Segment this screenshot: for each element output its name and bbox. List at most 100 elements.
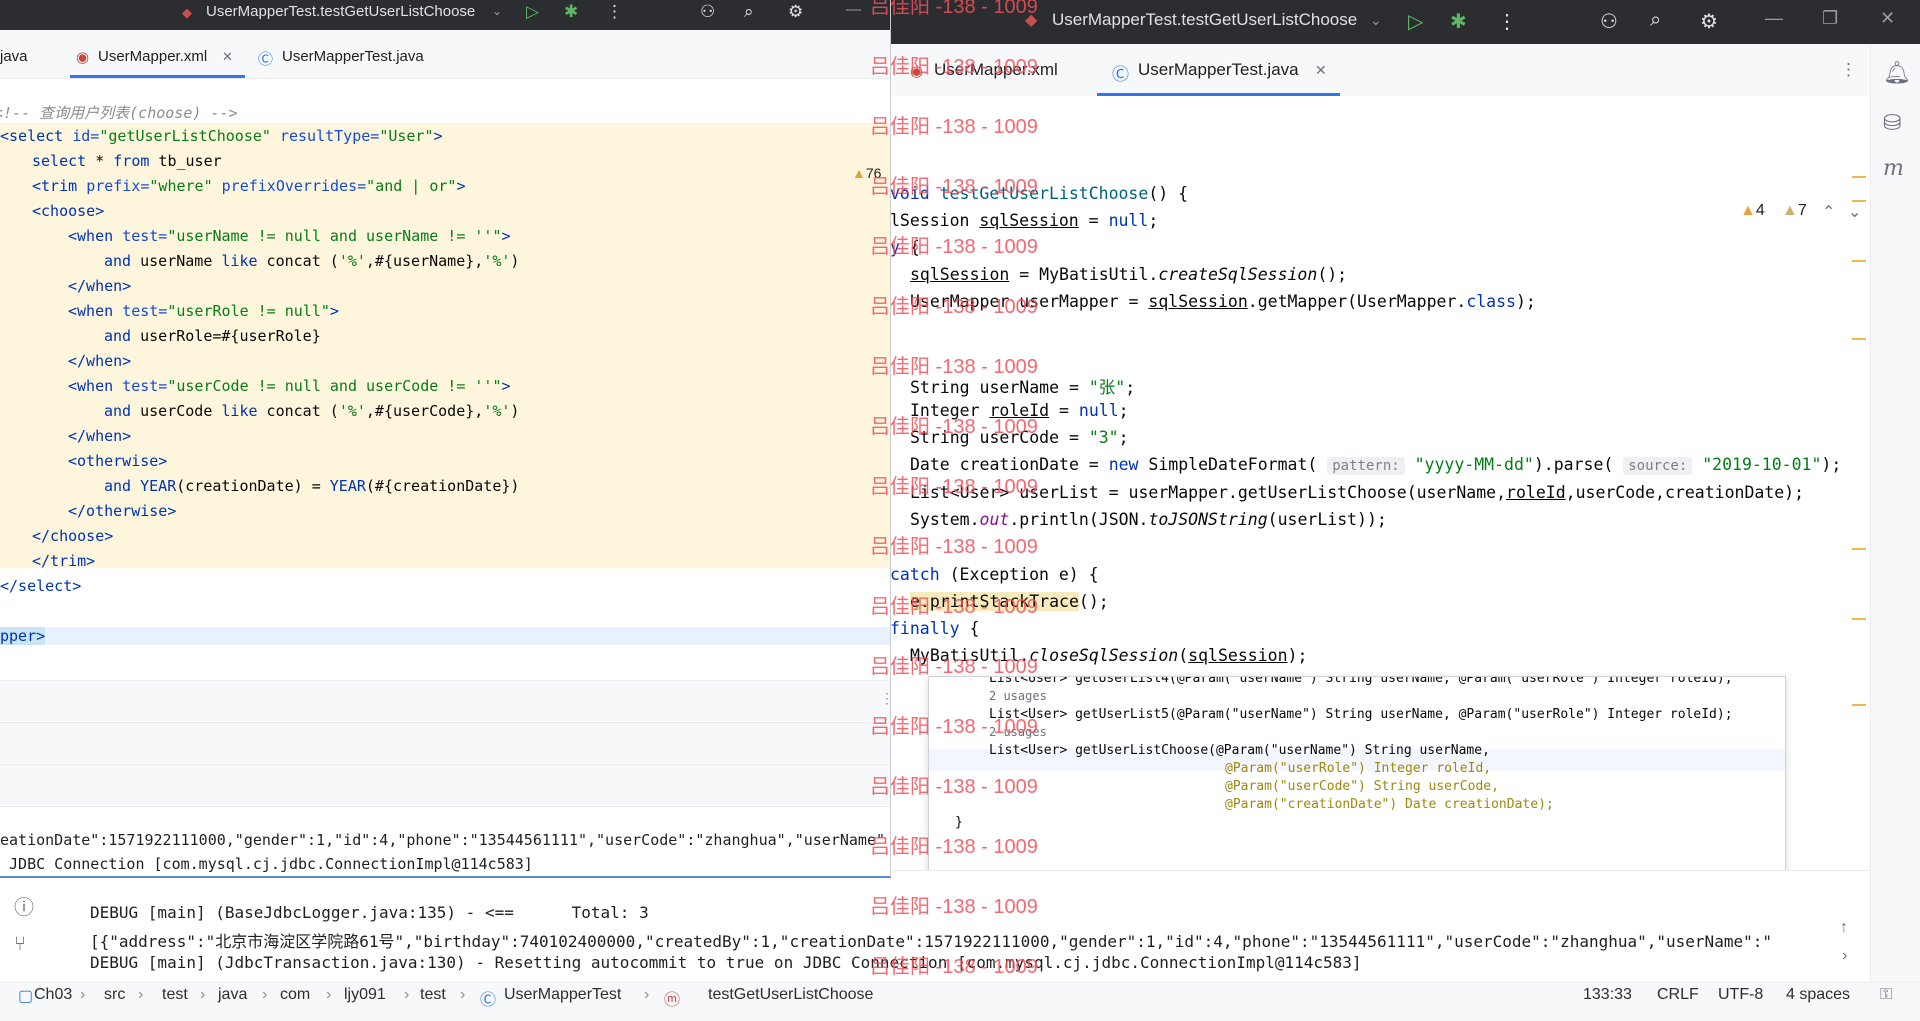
watermark-text: 吕佳阳 -138 - 1009: [870, 236, 1038, 258]
code-line: sqlSession = MyBatisUtil.createSqlSessio…: [910, 265, 1348, 284]
error-stripe-mark[interactable]: [1852, 704, 1866, 706]
xml-line: <when test="userCode != null and userCod…: [68, 377, 511, 395]
chevron-right-icon[interactable]: ›: [1842, 947, 1847, 965]
add-user-icon[interactable]: ⚇: [1600, 9, 1618, 34]
xml-line: and YEAR(creationDate) = YEAR(#{creation…: [104, 477, 520, 495]
more-actions-icon[interactable]: ⋮: [606, 2, 623, 22]
xml-line: </when>: [68, 427, 132, 445]
debug-icon[interactable]: ✱: [1450, 9, 1467, 34]
code-line: lSession sqlSession = null;: [890, 211, 1159, 230]
breadcrumb-item[interactable]: test: [162, 986, 188, 1004]
breadcrumb-item[interactable]: src: [104, 986, 125, 1004]
tab-usermappertest-java[interactable]: UserMapperTest.java: [1138, 60, 1299, 80]
empty-panel-row: [0, 764, 890, 805]
breadcrumb-separator: ›: [138, 986, 144, 1003]
xml-line: </choose>: [32, 527, 114, 545]
xml-editor[interactable]: ▲76 <!-- 查询用户列表(choose) --> <select id="…: [0, 79, 890, 659]
breadcrumb-item[interactable]: testGetUserListChoose: [708, 986, 873, 1004]
watermark-text: 吕佳阳 -138 - 1009: [870, 656, 1038, 678]
line-separator[interactable]: CRLF: [1657, 986, 1699, 1004]
console-output[interactable]: eationDate":1571922111000,"gender":1,"id…: [0, 806, 890, 876]
code-line: Date creationDate = new SimpleDateFormat…: [910, 455, 1842, 475]
xml-line: </when>: [68, 352, 132, 370]
run-icon[interactable]: ▷: [526, 2, 539, 22]
notifications-bell-icon[interactable]: 🔔︎: [1883, 60, 1911, 86]
code-line: finally {: [890, 619, 980, 638]
caret-position[interactable]: 133:33: [1583, 986, 1632, 1004]
tab-more-icon[interactable]: ⋮: [1840, 60, 1857, 80]
run-icon[interactable]: ▷: [1408, 9, 1423, 34]
tab-java[interactable]: java: [0, 48, 28, 65]
weak-warning-icon: ▲: [1782, 202, 1798, 219]
warning-count-b[interactable]: ▲7: [1782, 202, 1807, 220]
tab-close-icon[interactable]: ✕: [222, 49, 233, 65]
error-stripe-mark[interactable]: [1852, 338, 1866, 340]
chevron-down-icon[interactable]: ⌄: [1370, 12, 1382, 29]
console-line: DEBUG [main] (JdbcTransaction.java:130) …: [90, 953, 1362, 972]
tab-close-icon[interactable]: ✕: [1315, 62, 1327, 79]
minimize-icon[interactable]: —: [1765, 8, 1783, 29]
next-highlight-icon[interactable]: ⌄: [1848, 202, 1861, 222]
watermark-text: 吕佳阳 -138 - 1009: [870, 0, 1038, 18]
error-stripe-mark[interactable]: [1852, 618, 1866, 620]
breadcrumb-separator: ›: [262, 986, 268, 1003]
close-icon[interactable]: ✕: [1880, 8, 1895, 29]
tab-usermapper-xml[interactable]: UserMapper.xml: [98, 48, 207, 65]
warning-icon: ▲: [1740, 202, 1756, 219]
file-encoding[interactable]: UTF-8: [1718, 986, 1763, 1004]
breadcrumb-separator: ›: [460, 986, 466, 1003]
chevron-down-icon[interactable]: ⌄: [492, 4, 502, 18]
problems-icon[interactable]: ⓘ: [14, 891, 34, 920]
minimize-icon[interactable]: —: [846, 1, 861, 18]
database-icon[interactable]: ⛁: [1883, 110, 1901, 136]
xml-line: <when test="userRole != null">: [68, 302, 339, 320]
error-stripe-mark[interactable]: [1852, 260, 1866, 262]
watermark-text: 吕佳阳 -138 - 1009: [870, 776, 1038, 798]
usages-label[interactable]: 2 usages: [989, 689, 1047, 703]
tab-usermappertest-java[interactable]: UserMapperTest.java: [282, 48, 424, 65]
git-branch-icon[interactable]: ⑂: [14, 933, 26, 956]
active-tab-indicator: [70, 75, 245, 78]
error-stripe-mark[interactable]: [1852, 176, 1866, 178]
maximize-icon[interactable]: ❐: [1822, 8, 1838, 29]
watermark-text: 吕佳阳 -138 - 1009: [870, 716, 1038, 738]
scroll-up-icon[interactable]: ↑: [1840, 919, 1848, 937]
prev-highlight-icon[interactable]: ⌃: [1822, 202, 1835, 222]
drag-handle-icon[interactable]: ⋮: [880, 690, 890, 707]
popup-line: List<User> getUserListChoose(@Param("use…: [989, 743, 1490, 758]
console-line: JDBC Connection [com.mysql.cj.jdbc.Conne…: [0, 855, 533, 873]
watermark-text: 吕佳阳 -138 - 1009: [870, 956, 1038, 978]
xml-line: <otherwise>: [68, 452, 168, 470]
debug-icon[interactable]: ✱: [564, 2, 578, 22]
param-hint: pattern:: [1327, 457, 1405, 475]
breadcrumb-item[interactable]: com: [280, 986, 310, 1004]
watermark-text: 吕佳阳 -138 - 1009: [870, 416, 1038, 438]
console-line: [{"address":"北京市海淀区学院路61号","birthday":74…: [90, 932, 1772, 951]
add-user-icon[interactable]: ⚇: [700, 2, 715, 22]
more-actions-icon[interactable]: ⋮: [1497, 9, 1517, 34]
breadcrumb-item[interactable]: java: [218, 986, 247, 1004]
breadcrumb-item[interactable]: ljy091: [344, 986, 386, 1004]
error-stripe-mark[interactable]: [1852, 200, 1866, 202]
run-config-selector[interactable]: UserMapperTest.testGetUserListChoose: [1052, 10, 1357, 30]
breadcrumb-item[interactable]: test: [420, 986, 446, 1004]
settings-gear-icon[interactable]: ⚙: [788, 2, 803, 22]
maven-icon[interactable]: m: [1883, 156, 1904, 181]
secondary-ide-window: ◆ UserMapperTest.testGetUserListChoose ⌄…: [0, 0, 891, 878]
search-icon[interactable]: ⌕: [1650, 9, 1661, 32]
module-icon: ▢: [18, 988, 34, 1005]
popup-line: @Param("creationDate") Date creationDate…: [1225, 797, 1554, 812]
run-config-selector[interactable]: UserMapperTest.testGetUserListChoose: [206, 3, 475, 20]
warning-count-a[interactable]: ▲4: [1740, 202, 1765, 220]
readonly-lock-icon[interactable]: ⚿: [1880, 986, 1892, 1004]
breadcrumb-separator: ›: [644, 986, 650, 1003]
indent-setting[interactable]: 4 spaces: [1786, 986, 1850, 1004]
settings-gear-icon[interactable]: ⚙: [1700, 9, 1718, 34]
breadcrumb-item[interactable]: UserMapperTest: [504, 986, 621, 1004]
search-icon[interactable]: ⌕: [744, 2, 754, 22]
title-bar: ◆ UserMapperTest.testGetUserListChoose ⌄…: [0, 0, 890, 30]
xml-line: pper>: [0, 627, 890, 645]
breadcrumb-item[interactable]: Ch03: [34, 986, 72, 1004]
error-stripe-mark[interactable]: [1852, 548, 1866, 550]
xml-line: <select id="getUserListChoose" resultTyp…: [0, 127, 443, 145]
